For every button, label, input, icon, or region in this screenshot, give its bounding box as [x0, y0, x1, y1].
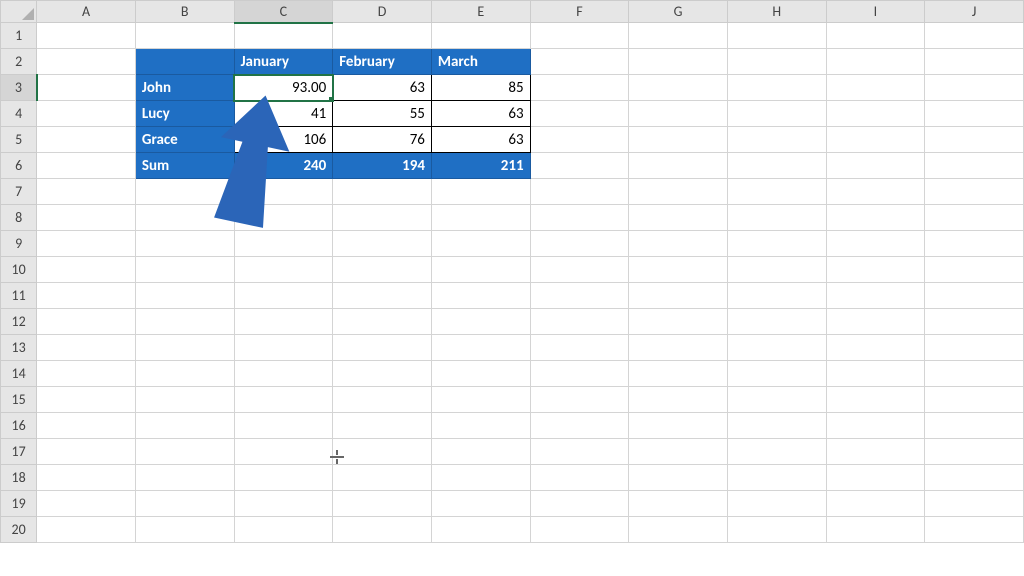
cell-H3[interactable] [727, 75, 826, 101]
row-header-2[interactable]: 2 [1, 49, 37, 75]
cell-H5[interactable] [727, 127, 826, 153]
col-header-E[interactable]: E [431, 1, 530, 23]
cell-G6[interactable] [629, 153, 728, 179]
cell-F3[interactable] [530, 75, 629, 101]
cell-C1[interactable] [234, 23, 333, 49]
col-header-F[interactable]: F [530, 1, 629, 23]
column-header-row: A B C D E F G H I J [1, 1, 1024, 23]
cell-I5[interactable] [826, 127, 925, 153]
cell-J4[interactable] [925, 101, 1024, 127]
cell-I6[interactable] [826, 153, 925, 179]
cell-G3[interactable] [629, 75, 728, 101]
row-header-18[interactable]: 18 [1, 465, 37, 491]
cell-J2[interactable] [925, 49, 1024, 75]
cell-B6[interactable]: Sum [135, 153, 234, 179]
cell-B4[interactable]: Lucy [135, 101, 234, 127]
cell-G2[interactable] [629, 49, 728, 75]
cell-H4[interactable] [727, 101, 826, 127]
cell-F5[interactable] [530, 127, 629, 153]
cell-E2[interactable]: March [431, 49, 530, 75]
row-header-8[interactable]: 8 [1, 205, 37, 231]
row-header-17[interactable]: 17 [1, 439, 37, 465]
row-header-12[interactable]: 12 [1, 309, 37, 335]
cell-F1[interactable] [530, 23, 629, 49]
cell-A5[interactable] [37, 127, 136, 153]
cell-H1[interactable] [727, 23, 826, 49]
cell-J1[interactable] [925, 23, 1024, 49]
row-header-7[interactable]: 7 [1, 179, 37, 205]
row-header-13[interactable]: 13 [1, 335, 37, 361]
cell-C6[interactable]: 240 [234, 153, 333, 179]
cell-E1[interactable] [431, 23, 530, 49]
cell-A2[interactable] [37, 49, 136, 75]
cell-B2[interactable] [135, 49, 234, 75]
cell-C4[interactable]: 41 [234, 101, 333, 127]
cell-E3[interactable]: 85 [431, 75, 530, 101]
cell-G4[interactable] [629, 101, 728, 127]
row-header-16[interactable]: 16 [1, 413, 37, 439]
cell-H6[interactable] [727, 153, 826, 179]
cell-I1[interactable] [826, 23, 925, 49]
cell-D1[interactable] [333, 23, 432, 49]
select-all-corner[interactable] [1, 1, 37, 23]
row-header-5[interactable]: 5 [1, 127, 37, 153]
cell-B3[interactable]: John [135, 75, 234, 101]
row-header-1[interactable]: 1 [1, 23, 37, 49]
row-header-10[interactable]: 10 [1, 257, 37, 283]
cell-B5[interactable]: Grace [135, 127, 234, 153]
spreadsheet-grid[interactable]: A B C D E F G H I J 1 2 January February… [0, 0, 1024, 576]
row-header-20[interactable]: 20 [1, 517, 37, 543]
col-header-J[interactable]: J [925, 1, 1024, 23]
cell-I4[interactable] [826, 101, 925, 127]
row-header-19[interactable]: 19 [1, 491, 37, 517]
cell-A1[interactable] [37, 23, 136, 49]
cell-D4[interactable]: 55 [333, 101, 432, 127]
row-header-4[interactable]: 4 [1, 101, 37, 127]
col-header-I[interactable]: I [826, 1, 925, 23]
row-header-3[interactable]: 3 [1, 75, 37, 101]
col-header-B[interactable]: B [135, 1, 234, 23]
cell-J6[interactable] [925, 153, 1024, 179]
cell-E4[interactable]: 63 [431, 101, 530, 127]
cell-G1[interactable] [629, 23, 728, 49]
cell-F2[interactable] [530, 49, 629, 75]
cell-D6[interactable]: 194 [333, 153, 432, 179]
cell-E6[interactable]: 211 [431, 153, 530, 179]
cell-A3[interactable] [37, 75, 136, 101]
row-header-14[interactable]: 14 [1, 361, 37, 387]
col-header-H[interactable]: H [727, 1, 826, 23]
cell-C3[interactable]: 93.00 [234, 75, 333, 101]
cell-H2[interactable] [727, 49, 826, 75]
cell-F6[interactable] [530, 153, 629, 179]
cell-A4[interactable] [37, 101, 136, 127]
cell-F4[interactable] [530, 101, 629, 127]
col-header-G[interactable]: G [629, 1, 728, 23]
cell-I2[interactable] [826, 49, 925, 75]
cell-C5[interactable]: 106 [234, 127, 333, 153]
cell-D3[interactable]: 63 [333, 75, 432, 101]
cell-C2[interactable]: January [234, 49, 333, 75]
cell-B1[interactable] [135, 23, 234, 49]
cell-D2[interactable]: February [333, 49, 432, 75]
col-header-C[interactable]: C [234, 1, 333, 23]
row-header-9[interactable]: 9 [1, 231, 37, 257]
cell-A6[interactable] [37, 153, 136, 179]
col-header-D[interactable]: D [333, 1, 432, 23]
row-header-6[interactable]: 6 [1, 153, 37, 179]
col-header-A[interactable]: A [37, 1, 136, 23]
cell-D5[interactable]: 76 [333, 127, 432, 153]
cell-G5[interactable] [629, 127, 728, 153]
cell-E5[interactable]: 63 [431, 127, 530, 153]
grid-table: A B C D E F G H I J 1 2 January February… [0, 0, 1024, 543]
row-header-11[interactable]: 11 [1, 283, 37, 309]
cell-J3[interactable] [925, 75, 1024, 101]
cell-I3[interactable] [826, 75, 925, 101]
cell-J5[interactable] [925, 127, 1024, 153]
row-header-15[interactable]: 15 [1, 387, 37, 413]
